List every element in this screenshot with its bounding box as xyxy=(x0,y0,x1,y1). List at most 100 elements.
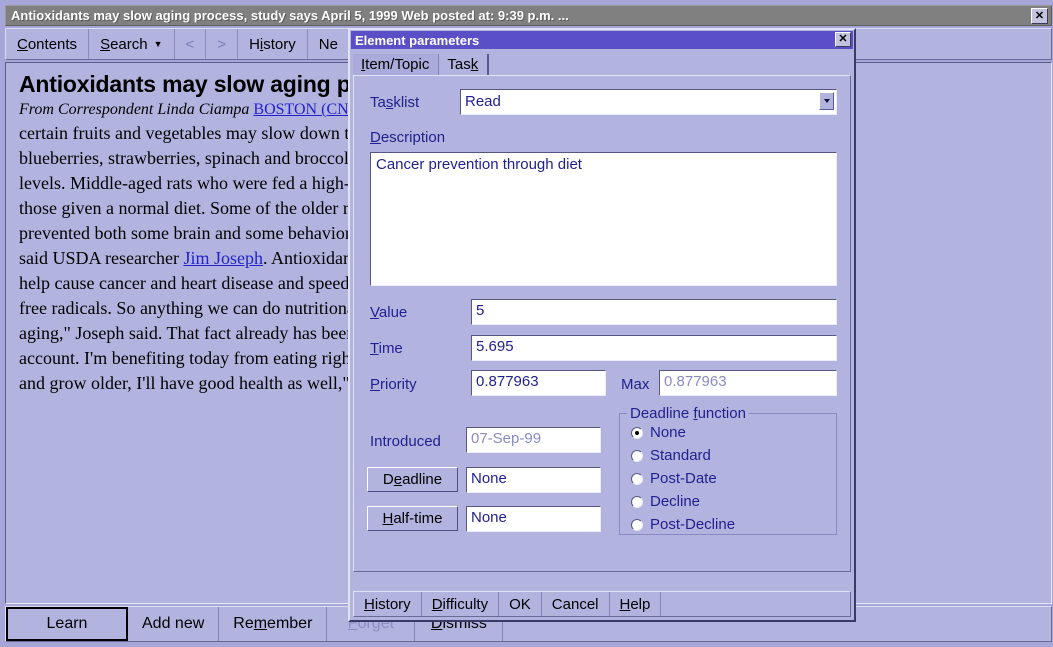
priority-input[interactable]: 0.877963 xyxy=(471,370,606,396)
priority-label: Priority xyxy=(370,376,417,393)
introduced-input-text: 07-Sep-99 xyxy=(471,430,542,447)
dialog-history-mnemonic: H xyxy=(364,595,375,613)
value-label: Value xyxy=(370,304,407,321)
article-byline-text: From Correspondent Linda Ciampa xyxy=(19,101,250,118)
time-mnemonic: T xyxy=(370,340,379,357)
tabstrip-filler xyxy=(489,51,851,75)
window-title: Antioxidants may slow aging process, stu… xyxy=(11,8,569,23)
article-link-jim-joseph[interactable]: Jim Joseph xyxy=(183,248,263,268)
dialog-help-label: elp xyxy=(630,595,651,613)
dialog-history-button[interactable]: History xyxy=(354,592,422,616)
radio-deadline-post-decline-label: Post-Decline xyxy=(650,516,736,533)
deadline-function-title-pre: Deadline xyxy=(630,405,694,422)
remember-mnemonic: m xyxy=(253,615,268,632)
max-input-text: 0.877963 xyxy=(664,373,727,390)
value-label-post: alue xyxy=(378,304,408,321)
toolbar-item-search[interactable]: Search ▼ xyxy=(89,29,175,59)
deadline-label-post: adline xyxy=(402,471,443,488)
dialog-tabstrip: Item/Topic Task xyxy=(353,51,851,75)
screen: Antioxidants may slow aging process, stu… xyxy=(0,0,1053,647)
tab-task-mnemonic: k xyxy=(470,56,479,73)
radio-deadline-post-date-label: Post-Date xyxy=(650,470,717,487)
halftime-input-text: None xyxy=(471,509,507,526)
deadline-button[interactable]: Deadline xyxy=(367,467,458,492)
tasklist-label-post: klist xyxy=(393,94,420,111)
close-icon[interactable]: ✕ xyxy=(1031,8,1048,24)
dialog-footer-filler xyxy=(661,592,850,616)
description-mnemonic: D xyxy=(370,129,381,146)
add-new-button[interactable]: Add new xyxy=(128,607,220,641)
radio-deadline-standard[interactable]: Standard xyxy=(631,447,711,464)
dialog-ok-button[interactable]: OK xyxy=(499,592,542,616)
tasklist-combo[interactable]: Read xyxy=(460,89,837,115)
description-label: Description xyxy=(370,129,445,146)
dialog-help-mnemonic: H xyxy=(619,595,631,613)
dialog-close-icon[interactable]: ✕ xyxy=(835,32,851,47)
time-label: Time xyxy=(370,340,403,357)
remember-label-pre: Re xyxy=(233,615,254,632)
priority-input-text: 0.877963 xyxy=(476,373,539,390)
remember-label-post: ember xyxy=(267,615,313,632)
radio-deadline-post-decline[interactable]: Post-Decline xyxy=(631,516,735,533)
introduced-input: 07-Sep-99 xyxy=(466,427,601,453)
toolbar-contents-mnemonic: C xyxy=(17,35,28,53)
value-mnemonic: V xyxy=(370,304,379,321)
deadline-function-title: Deadline function xyxy=(627,405,749,422)
radio-deadline-none[interactable]: None xyxy=(631,424,686,441)
halftime-button[interactable]: Half-time xyxy=(367,506,458,531)
priority-label-post: riority xyxy=(380,376,417,393)
tab-item-topic[interactable]: Item/Topic xyxy=(353,54,440,75)
deadline-input-text: None xyxy=(471,470,507,487)
value-input-text: 5 xyxy=(476,302,485,319)
add-new-button-label: Add new xyxy=(142,615,205,632)
toolbar-item-contents[interactable]: Contents xyxy=(6,29,90,59)
deadline-input[interactable]: None xyxy=(466,467,601,493)
priority-mnemonic: P xyxy=(370,376,381,393)
dialog-footer: History Difficulty OK Cancel Help xyxy=(353,591,851,617)
tasklist-value: Read xyxy=(465,93,501,110)
forward-icon: > xyxy=(217,35,227,53)
toolbar-item-history[interactable]: History xyxy=(238,29,308,59)
toolbar-search-label: earch xyxy=(110,35,148,53)
radio-deadline-decline-label: Decline xyxy=(650,493,701,510)
description-value: Cancer prevention through diet xyxy=(376,156,582,173)
toolbar-next-label: Ne xyxy=(318,35,338,53)
element-parameters-dialog: Element parameters ✕ Item/Topic Task Tas… xyxy=(348,28,856,622)
toolbar-item-back[interactable]: < xyxy=(174,29,207,59)
halftime-label-post: alf-time xyxy=(393,510,443,527)
toolbar-item-forward[interactable]: > xyxy=(206,29,239,59)
radio-deadline-none-label: None xyxy=(650,424,686,441)
halftime-mnemonic: H xyxy=(382,510,394,527)
description-textarea[interactable]: Cancer prevention through diet xyxy=(370,152,837,286)
radio-deadline-decline[interactable]: Decline xyxy=(631,493,700,510)
value-input[interactable]: 5 xyxy=(471,299,837,325)
toolbar-item-next[interactable]: Ne xyxy=(307,29,350,59)
window-titlebar: Antioxidants may slow aging process, stu… xyxy=(5,5,1052,26)
dialog-difficulty-label: ifficulty xyxy=(442,595,489,613)
dialog-cancel-button[interactable]: Cancel xyxy=(541,592,610,616)
learn-button-label: Learn xyxy=(46,615,88,632)
chevron-down-icon[interactable] xyxy=(819,92,834,110)
dialog-difficulty-button[interactable]: Difficulty xyxy=(421,592,500,616)
max-label: Max xyxy=(621,376,650,393)
tab-task[interactable]: Task xyxy=(439,54,490,75)
time-label-post: ime xyxy=(378,340,403,357)
remember-button[interactable]: Remember xyxy=(219,607,328,641)
radio-deadline-post-date[interactable]: Post-Date xyxy=(631,470,717,487)
dialog-help-button[interactable]: Help xyxy=(609,592,662,616)
radio-icon xyxy=(631,426,643,439)
back-icon: < xyxy=(185,35,195,53)
dialog-titlebar: Element parameters ✕ xyxy=(351,31,853,49)
halftime-input[interactable]: None xyxy=(466,506,601,532)
tasklist-label: Tasklist xyxy=(370,94,419,111)
deadline-function-group: Deadline function None Standard Post-Dat… xyxy=(619,405,837,535)
radio-icon xyxy=(631,472,643,485)
chevron-down-icon: ▼ xyxy=(153,38,163,49)
max-input: 0.877963 xyxy=(659,370,837,396)
dialog-difficulty-mnemonic: D xyxy=(431,595,443,613)
deadline-function-title-post: unction xyxy=(697,405,746,422)
toolbar-search-mnemonic: S xyxy=(100,35,111,53)
time-input[interactable]: 5.695 xyxy=(471,335,837,361)
toolbar-history-label-pre: H xyxy=(249,35,260,53)
learn-button[interactable]: Learn xyxy=(6,607,128,641)
